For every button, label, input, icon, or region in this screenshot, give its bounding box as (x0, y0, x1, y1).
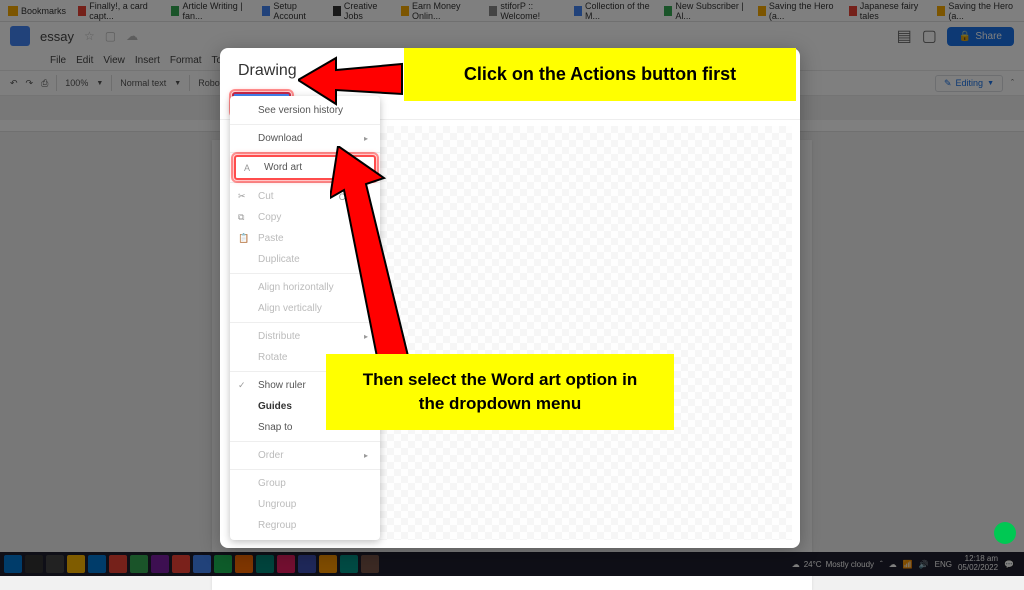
editing-mode[interactable]: ✎Editing▼ (935, 75, 1003, 92)
menu-order[interactable]: Order▸ (230, 445, 380, 466)
bookmark-item[interactable]: Setup Account (262, 1, 321, 21)
app-icon[interactable] (172, 555, 190, 573)
edge-icon[interactable] (88, 555, 106, 573)
cloud-icon[interactable]: ☁ (126, 29, 138, 43)
share-button[interactable]: 🔒Share (947, 27, 1014, 46)
start-icon[interactable] (4, 555, 22, 573)
bookmark-item[interactable]: Finally!, a card capt... (78, 1, 159, 21)
arrow-icon (298, 54, 408, 114)
bookmark-item[interactable]: Collection of the M... (574, 1, 652, 21)
pencil-icon: ✎ (944, 78, 952, 89)
lock-icon: 🔒 (959, 31, 971, 42)
bookmark-item[interactable]: Saving the Hero (a... (758, 1, 837, 21)
app-icon[interactable] (193, 555, 211, 573)
check-icon: ✓ (238, 380, 246, 391)
bookmark-item[interactable]: Saving the Hero (a... (937, 1, 1016, 21)
menu-regroup[interactable]: Regroup (230, 515, 380, 536)
menu-file[interactable]: File (50, 55, 66, 66)
drawing-canvas[interactable] (380, 126, 792, 540)
menu-ungroup[interactable]: Ungroup (230, 494, 380, 515)
weather-widget[interactable]: ☁ 24°C Mostly cloudy (792, 560, 874, 569)
app-icon[interactable] (277, 555, 295, 573)
explorer-icon[interactable] (67, 555, 85, 573)
redo-icon[interactable]: ↷ (26, 78, 34, 89)
onedrive-icon[interactable]: ☁ (889, 560, 897, 569)
app-icon[interactable] (340, 555, 358, 573)
task-view-icon[interactable] (46, 555, 64, 573)
print-icon[interactable]: ⎙ (41, 78, 48, 89)
app-icon[interactable] (361, 555, 379, 573)
bookmark-item[interactable]: Article Writing | fan... (171, 1, 250, 21)
meet-icon[interactable]: ▢ (922, 26, 937, 46)
menu-view[interactable]: View (103, 55, 125, 66)
menu-group[interactable]: Group (230, 473, 380, 494)
bookmarks-bar: Bookmarks Finally!, a card capt... Artic… (0, 0, 1024, 22)
volume-icon[interactable]: 🔊 (919, 560, 929, 569)
notifications-icon[interactable]: 💬 (1004, 560, 1014, 569)
chevron-up-icon[interactable]: ˆ (880, 560, 883, 569)
app-icon[interactable] (130, 555, 148, 573)
cut-icon: ✂ (238, 191, 246, 202)
language-indicator[interactable]: ENG (935, 560, 952, 569)
move-icon[interactable]: ▢ (105, 29, 116, 43)
system-tray: ☁ 24°C Mostly cloudy ˆ ☁ 📶 🔊 ENG 12:18 a… (792, 555, 1020, 573)
bookmark-item[interactable]: stiforP :: Welcome! (489, 1, 562, 21)
bookmark-item[interactable]: Earn Money Onlin... (401, 1, 477, 21)
clock[interactable]: 12:18 am 05/02/2022 (958, 555, 998, 573)
app-icon[interactable] (151, 555, 169, 573)
copy-icon: ⧉ (238, 212, 244, 223)
explore-icon[interactable] (994, 522, 1016, 544)
wifi-icon[interactable]: 📶 (903, 560, 913, 569)
taskbar: ☁ 24°C Mostly cloudy ˆ ☁ 📶 🔊 ENG 12:18 a… (0, 552, 1024, 576)
app-icon[interactable] (298, 555, 316, 573)
app-icon[interactable] (235, 555, 253, 573)
app-icon[interactable] (256, 555, 274, 573)
menu-format[interactable]: Format (170, 55, 202, 66)
menu-insert[interactable]: Insert (135, 55, 160, 66)
document-title[interactable]: essay (40, 29, 74, 44)
wordart-icon: A (244, 163, 250, 173)
cloud-icon: ☁ (792, 560, 800, 569)
style-select[interactable]: Normal text (120, 78, 166, 88)
search-icon[interactable] (25, 555, 43, 573)
comments-icon[interactable]: ▤ (897, 26, 912, 46)
bookmark-item[interactable]: Creative Jobs (333, 1, 389, 21)
callout-step-2: Then select the Word art option in the d… (326, 354, 674, 430)
star-icon[interactable]: ☆ (84, 29, 95, 43)
menu-edit[interactable]: Edit (76, 55, 93, 66)
zoom-select[interactable]: 100% (65, 78, 88, 88)
bookmark-item[interactable]: Japanese fairy tales (849, 1, 926, 21)
bookmark-item[interactable]: Bookmarks (8, 6, 66, 16)
bookmark-item[interactable]: New Subscriber | Al... (664, 1, 746, 21)
docs-header: essay ☆ ▢ ☁ ▤ ▢ 🔒Share (0, 22, 1024, 50)
app-icon[interactable] (214, 555, 232, 573)
paste-icon: 📋 (238, 233, 249, 244)
chevron-up-icon[interactable]: ˆ (1011, 78, 1014, 88)
arrow-icon (330, 146, 420, 366)
callout-step-1: Click on the Actions button first (404, 48, 796, 101)
undo-icon[interactable]: ↶ (10, 78, 18, 89)
docs-logo-icon[interactable] (10, 26, 30, 46)
app-icon[interactable] (319, 555, 337, 573)
chrome-icon[interactable] (109, 555, 127, 573)
